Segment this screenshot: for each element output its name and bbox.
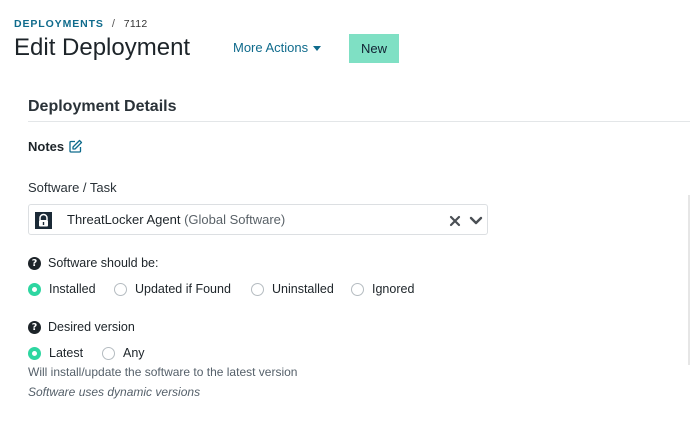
radio-circle [28,282,41,296]
radio-label: Uninstalled [272,282,334,296]
question-icon[interactable]: ? [28,257,41,270]
radio-label: Ignored [372,282,415,296]
radio-circle [251,282,264,296]
radio-label: Installed [49,282,96,296]
threatlocker-logo-icon [35,212,52,229]
radio-uninstalled[interactable]: Uninstalled [251,282,334,296]
breadcrumb: DEPLOYMENTS / 7112 [14,18,148,30]
radio-label: Latest [49,346,84,360]
radio-latest[interactable]: Latest [28,346,83,360]
radio-label: Any [123,346,145,360]
radio-any[interactable]: Any [102,346,145,360]
software-select[interactable]: ThreatLocker Agent (Global Software) [28,204,488,235]
selected-software: ThreatLocker Agent (Global Software) [67,212,285,227]
software-state-label: Software should be: [48,256,159,270]
caret-down-icon [313,45,322,51]
radio-circle [28,346,41,360]
radio-ignored[interactable]: Ignored [351,282,414,296]
software-task-label: Software / Task [28,180,117,195]
radio-circle [351,282,364,296]
edit-deployment-page: DEPLOYMENTS / 7112 Edit Deployment More … [0,0,690,430]
clear-icon[interactable] [449,214,461,227]
selected-software-tag: (Global Software) [184,212,286,227]
version-helper-text: Will install/update the software to the … [28,365,298,379]
edit-icon[interactable] [68,139,83,154]
notes-label: Notes [28,139,65,154]
more-actions-label: More Actions [233,40,309,55]
page-title: Edit Deployment [14,34,191,61]
radio-updated-if-found[interactable]: Updated if Found [114,282,231,296]
breadcrumb-deployments-link[interactable]: DEPLOYMENTS [14,18,104,30]
section-divider [28,121,690,122]
radio-label: Updated if Found [135,282,231,296]
selected-software-name: ThreatLocker Agent [67,212,181,227]
radio-circle [114,282,127,296]
more-actions-dropdown[interactable]: More Actions [233,40,322,55]
question-icon[interactable]: ? [28,321,41,334]
dynamic-versions-note: Software uses dynamic versions [28,385,201,399]
chevron-down-icon[interactable] [469,214,483,226]
breadcrumb-current: 7112 [123,18,148,30]
radio-circle [102,346,115,360]
breadcrumb-separator: / [111,18,116,30]
section-title: Deployment Details [28,98,177,115]
desired-version-label: Desired version [48,320,135,334]
new-button[interactable]: New [349,34,399,63]
radio-installed[interactable]: Installed [28,282,96,296]
